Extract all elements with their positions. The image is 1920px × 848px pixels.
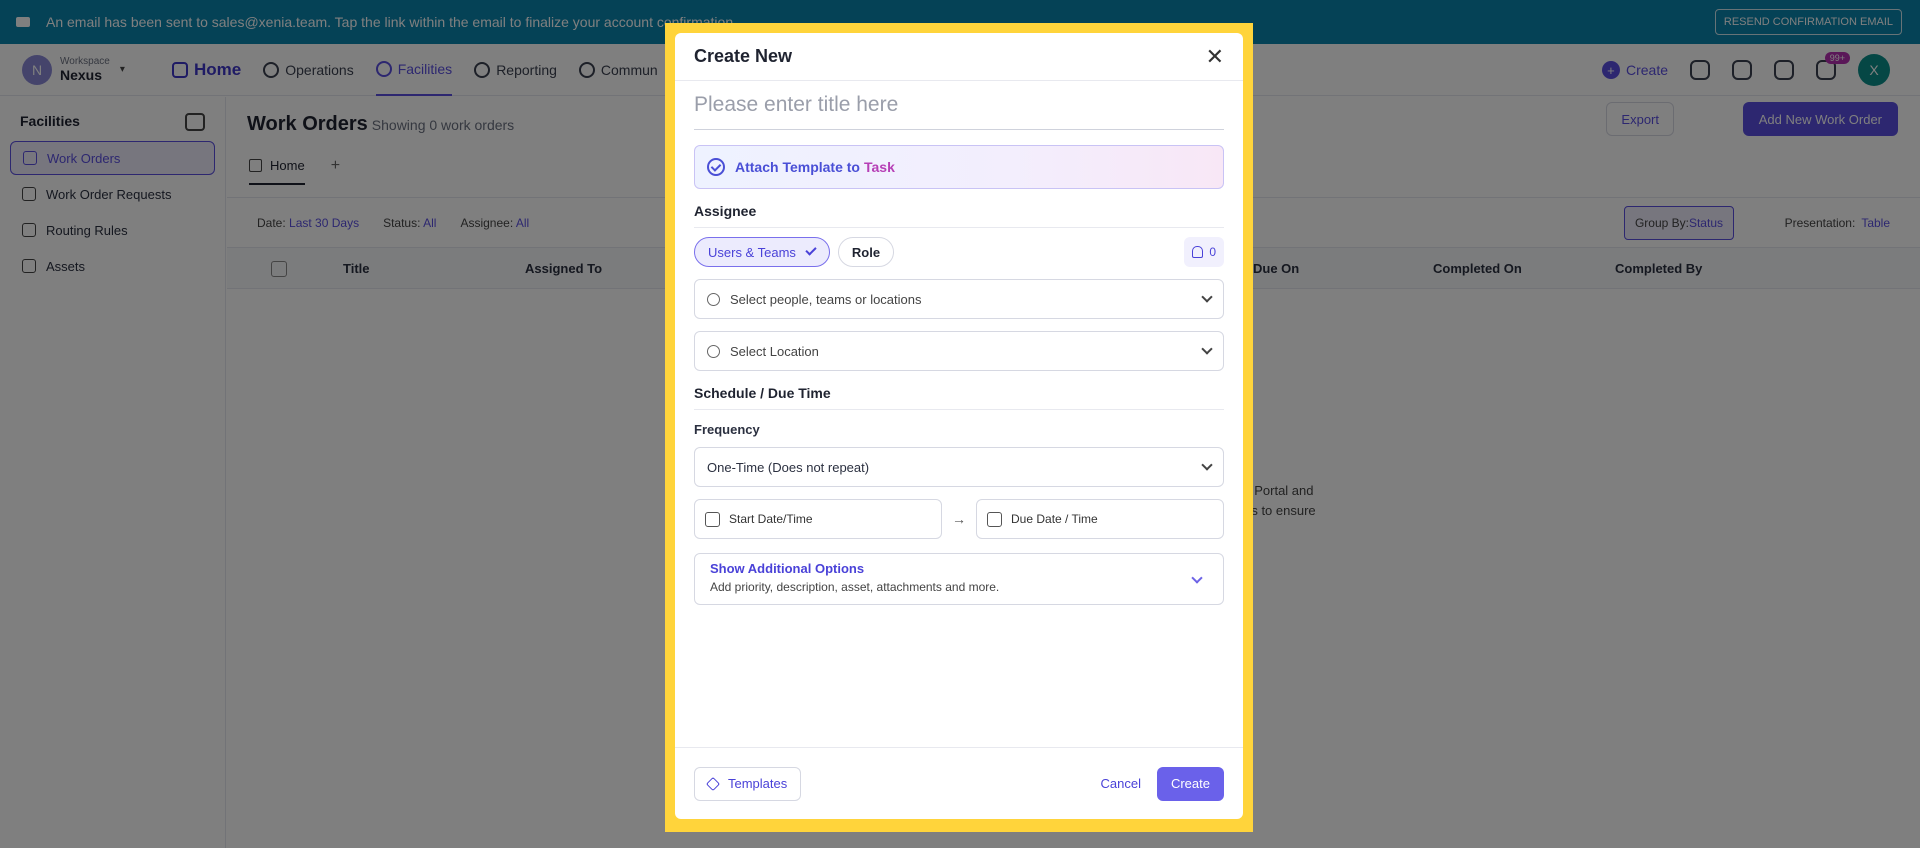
- notify-button[interactable]: 0: [1184, 237, 1224, 267]
- start-date-field[interactable]: Start Date/Time: [694, 499, 942, 539]
- location-select[interactable]: Select Location: [694, 331, 1224, 371]
- role-toggle[interactable]: Role: [837, 237, 895, 267]
- users-teams-toggle[interactable]: Users & Teams: [694, 237, 830, 267]
- due-date-placeholder: Due Date / Time: [1011, 512, 1098, 526]
- create-submit-button[interactable]: Create: [1156, 766, 1224, 801]
- attach-task-label: Task: [863, 159, 895, 175]
- users-teams-label: Users & Teams: [708, 244, 796, 260]
- cancel-button[interactable]: Cancel: [1101, 776, 1141, 791]
- assignee-select[interactable]: Select people, teams or locations: [694, 279, 1224, 319]
- templates-label: Templates: [728, 776, 788, 791]
- attach-template-button[interactable]: Attach Template to Task: [694, 145, 1224, 189]
- frequency-value: One-Time (Does not repeat): [707, 459, 870, 475]
- checkmark-icon: [805, 244, 817, 256]
- check-circle-icon: [707, 158, 725, 176]
- close-icon[interactable]: ✕: [1206, 45, 1224, 68]
- chevron-down-icon: [1201, 291, 1213, 303]
- chevron-down-icon: [1201, 343, 1213, 355]
- users-icon: [707, 292, 720, 306]
- bell-icon: [1192, 246, 1204, 258]
- due-date-field[interactable]: Due Date / Time: [976, 499, 1224, 539]
- start-date-placeholder: Start Date/Time: [729, 512, 813, 526]
- additional-options-description: Add priority, description, asset, attach…: [710, 580, 1000, 594]
- location-pin-icon: [707, 344, 720, 358]
- additional-options-title: Show Additional Options: [710, 561, 865, 576]
- arrow-right-icon: →: [952, 511, 966, 527]
- frequency-label: Frequency: [694, 422, 760, 437]
- dialog-title: Create New: [694, 46, 793, 66]
- calendar-icon: [705, 511, 720, 527]
- title-input[interactable]: Please enter title here: [694, 81, 1224, 130]
- assignee-heading: Assignee: [694, 189, 1224, 228]
- chevron-down-icon: [1201, 459, 1213, 471]
- templates-button[interactable]: Templates: [694, 766, 802, 801]
- additional-options-toggle[interactable]: Show Additional Options Add priority, de…: [694, 553, 1224, 605]
- location-select-placeholder: Select Location: [730, 343, 819, 359]
- frequency-select[interactable]: One-Time (Does not repeat): [694, 447, 1224, 487]
- assignee-select-placeholder: Select people, teams or locations: [730, 291, 922, 307]
- attach-template-label: Attach Template to: [735, 159, 860, 175]
- calendar-icon: [987, 511, 1002, 527]
- schedule-heading: Schedule / Due Time: [694, 371, 1224, 410]
- notify-count: 0: [1209, 245, 1216, 259]
- create-new-dialog: Create New ✕ Please enter title here Att…: [675, 33, 1243, 819]
- pencil-icon: [705, 776, 721, 791]
